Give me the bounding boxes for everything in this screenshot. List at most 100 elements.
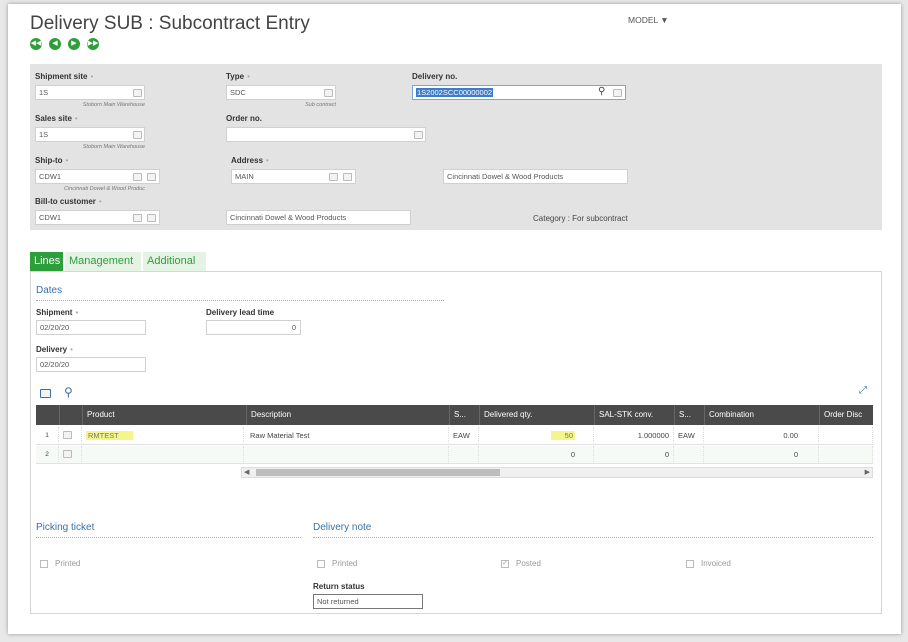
- row-s2[interactable]: EAW: [674, 427, 704, 445]
- type-description: Sub contract: [305, 102, 336, 108]
- shipment-site-description: Stoborn Main Warehouse: [82, 102, 145, 108]
- row-detail-icon[interactable]: [59, 446, 82, 464]
- grid-header-icon-col: [59, 405, 82, 425]
- grid-header-description[interactable]: Description: [246, 405, 449, 425]
- invoiced-checkbox[interactable]: [686, 560, 694, 568]
- delivery-label: Delivery •: [36, 345, 73, 354]
- row-number: 1: [36, 427, 59, 445]
- row-combination[interactable]: 0: [704, 446, 819, 464]
- type-field[interactable]: SDC: [226, 85, 336, 100]
- tab-additional[interactable]: Additional: [143, 252, 206, 271]
- picking-printed-label: Printed: [55, 559, 81, 568]
- invoiced-label: Invoiced: [701, 559, 731, 568]
- expand-icon[interactable]: ⤢: [859, 385, 867, 396]
- picking-ticket-section-title: Picking ticket: [36, 522, 95, 533]
- delivery-printed-checkbox[interactable]: [317, 560, 325, 568]
- lookup-icon[interactable]: [147, 173, 156, 181]
- grid-header-delivered-qty[interactable]: Delivered qty.: [479, 405, 594, 425]
- tab-management[interactable]: Management: [65, 252, 141, 271]
- order-no-label: Order no.: [226, 114, 263, 123]
- lookup-icon[interactable]: [133, 131, 142, 139]
- row-product[interactable]: [82, 446, 244, 464]
- grid-header-conversion[interactable]: SAL-STK conv.: [594, 405, 674, 425]
- delivery-lead-time-field[interactable]: 0: [206, 320, 301, 335]
- shipment-site-field[interactable]: 1S: [35, 85, 145, 100]
- row-s1[interactable]: EAW: [449, 427, 479, 445]
- delivery-date-field[interactable]: 02/20/20: [36, 357, 146, 372]
- row-delivered-qty[interactable]: 50: [479, 427, 594, 445]
- row-s2[interactable]: [674, 446, 704, 464]
- address-label: Address •: [231, 156, 269, 165]
- divider: [36, 300, 444, 301]
- divider: [36, 537, 301, 538]
- ship-to-description: Cincinnati Dowel & Wood Produc: [63, 186, 145, 192]
- order-no-field[interactable]: [226, 127, 426, 142]
- lookup-icon[interactable]: [343, 173, 352, 181]
- row-delivered-qty[interactable]: 0: [479, 446, 594, 464]
- divider: [313, 537, 873, 538]
- model-label: MODEL: [628, 15, 658, 25]
- sales-site-field[interactable]: 1S: [35, 127, 145, 142]
- delivery-printed-label: Printed: [332, 559, 358, 568]
- edit-icon[interactable]: [133, 214, 142, 222]
- grid-options-icon[interactable]: [40, 389, 51, 398]
- lookup-icon[interactable]: [613, 89, 622, 97]
- grid-header-order-disc[interactable]: Order Disc: [819, 405, 873, 425]
- row-description[interactable]: [246, 446, 449, 464]
- delivery-note-section-title: Delivery note: [313, 522, 372, 533]
- search-icon[interactable]: ⚲: [598, 86, 605, 97]
- row-order-disc[interactable]: [819, 446, 873, 464]
- edit-icon[interactable]: [329, 173, 338, 181]
- row-conversion[interactable]: 1.000000: [594, 427, 674, 445]
- search-icon[interactable]: ⚲: [64, 385, 73, 399]
- lookup-icon[interactable]: [133, 89, 142, 97]
- table-row[interactable]: 1 RMTEST Raw Material Test EAW 50 1.0000…: [36, 427, 873, 445]
- grid-header-s2[interactable]: S...: [674, 405, 704, 425]
- previous-record-icon[interactable]: ◀: [49, 38, 61, 50]
- shipment-label: Shipment •: [36, 308, 79, 317]
- lookup-icon[interactable]: [147, 214, 156, 222]
- grid-header-product[interactable]: Product: [82, 405, 244, 425]
- sales-site-description: Stoborn Main Warehouse: [82, 144, 145, 150]
- horizontal-scrollbar[interactable]: ◀ ▶: [241, 467, 873, 478]
- last-record-icon[interactable]: ▶▶: [87, 38, 99, 50]
- row-description[interactable]: Raw Material Test: [246, 427, 449, 445]
- row-combination[interactable]: 0.00: [704, 427, 819, 445]
- row-product[interactable]: RMTEST: [82, 427, 244, 445]
- row-number: 2: [36, 446, 59, 464]
- row-detail-icon[interactable]: [59, 427, 82, 445]
- ship-to-label: Ship-to •: [35, 156, 69, 165]
- lookup-icon[interactable]: [414, 131, 423, 139]
- tab-lines[interactable]: Lines: [30, 252, 63, 271]
- posted-checkbox[interactable]: ✓: [501, 560, 509, 568]
- scroll-left-icon[interactable]: ◀: [244, 468, 249, 476]
- grid-header: Product Description S... Delivered qty. …: [36, 405, 873, 425]
- lookup-icon[interactable]: [324, 89, 333, 97]
- grid-header-s1[interactable]: S...: [449, 405, 479, 425]
- lines-panel: Dates Shipment • 02/20/20 Delivery lead t…: [30, 271, 882, 614]
- table-row[interactable]: 2 0 0 0: [36, 446, 873, 464]
- edit-icon[interactable]: [133, 173, 142, 181]
- row-conversion[interactable]: 0: [594, 446, 674, 464]
- page-title: Delivery SUB : Subcontract Entry: [30, 13, 310, 34]
- row-order-disc[interactable]: [819, 427, 873, 445]
- model-menu[interactable]: MODEL ▼: [628, 15, 669, 25]
- grid-header-combination[interactable]: Combination: [704, 405, 819, 425]
- scroll-thumb[interactable]: [256, 469, 500, 476]
- window: Delivery SUB : Subcontract Entry MODEL ▼…: [8, 4, 901, 634]
- delivery-no-field[interactable]: 1S2002SCC00000002: [412, 85, 626, 100]
- category-text: Category : For subcontract: [533, 214, 628, 223]
- return-status-field: Not returned: [313, 594, 423, 609]
- header-block: Shipment site • 1S Stoborn Main Warehouse…: [30, 64, 882, 230]
- type-label: Type •: [226, 72, 250, 81]
- delivery-no-label: Delivery no.: [412, 72, 458, 81]
- shipment-date-field[interactable]: 02/20/20: [36, 320, 146, 335]
- scroll-right-icon[interactable]: ▶: [865, 468, 870, 476]
- picking-printed-checkbox[interactable]: [40, 560, 48, 568]
- row-s1[interactable]: [449, 446, 479, 464]
- first-record-icon[interactable]: ◀◀: [30, 38, 42, 50]
- dates-section-title: Dates: [36, 285, 63, 296]
- delivery-no-value: 1S2002SCC00000002: [416, 88, 494, 97]
- address-description: Cincinnati Dowel & Wood Products: [443, 169, 628, 184]
- next-record-icon[interactable]: ▶: [68, 38, 80, 50]
